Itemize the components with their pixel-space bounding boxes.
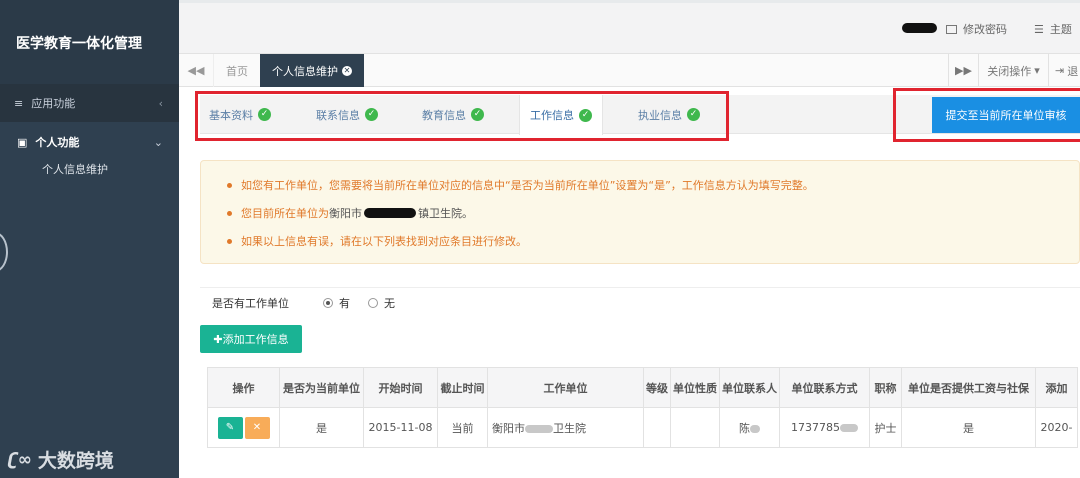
col-header: 单位性质 [670,367,720,408]
col-header: 开始时间 [363,367,438,408]
redacted-username [902,23,937,33]
cell-unit-prefix: 衡阳市 [492,421,525,435]
tabs-scroll-left-button[interactable]: ◀◀ [179,54,213,87]
cell-unit: 衡阳市 卫生院 [487,407,644,448]
notice-line-2: 您目前所在单位为 衡阳市 镇卫生院。 [227,199,1079,227]
notice-unit-a: 衡阳市 [329,207,362,220]
theme-label: 主题 [1049,23,1072,36]
has-unit-row: 是否有工作单位 有 无 [212,295,395,311]
watermark-text: 大数跨境 [37,450,114,472]
highlight-box-submit [893,88,1080,142]
app-title: 医学教育一体化管理 [0,0,179,84]
watermark-logo-icon: ʗ∞ [8,449,32,470]
page-tabs-bar: ◀◀ 首页 个人信息维护 ✕ ▶▶ 关闭操作 ▾ ⇥ 退 [179,54,1080,87]
tab-personal-info[interactable]: 个人信息维护 ✕ [260,54,364,87]
cell-phone-number: 1737785 [791,421,840,434]
cell-phone: 1737785 [779,407,870,448]
radio-yes-label: 有 [339,297,350,310]
menu-personal-label: 个人功能 [35,136,80,149]
col-header: 单位是否提供工资与社保 [901,367,1036,408]
redacted-contact [750,424,760,433]
user-card-icon: ▣ [17,135,28,149]
col-header: 工作单位 [487,367,644,408]
change-password-link[interactable]: 修改密码 [946,21,1007,37]
redacted-phone [840,424,858,432]
chevron-down-icon: ⌄ [153,135,163,149]
top-header: 修改密码 ☰ 主题 [179,0,1080,54]
divider [200,287,1080,288]
cell-unit-suffix: 卫生院 [553,421,586,435]
close-tab-icon[interactable]: ✕ [342,65,352,76]
tab-home[interactable]: 首页 [213,54,260,87]
close-ops-dropdown[interactable]: 关闭操作 ▾ [978,54,1048,87]
sidebar: 医学教育一体化管理 ≡ 应用功能 ‹ ▣ 个人功能 ⌄ 个人信息维护 ʗ∞ 大数… [0,0,179,478]
work-info-table: 操作 是否为当前单位 开始时间 截止时间 工作单位 等级 单位性质 单位联系人 … [207,367,1078,448]
tab-personal-info-label: 个人信息维护 [272,64,338,78]
notice-unit-b: 镇卫生院。 [418,207,473,220]
edit-icon[interactable]: ✎ [217,416,243,439]
has-unit-label: 是否有工作单位 [212,297,289,310]
logout-icon: ⇥ [1055,64,1065,77]
col-header: 操作 [207,367,280,408]
col-header: 单位联系方式 [779,367,870,408]
row-actions: ✎ ✕ [207,407,280,448]
sidebar-item-personal-info[interactable]: 个人信息维护 [0,156,179,182]
redacted-unit [525,424,553,433]
cell-salary: 是 [901,407,1036,448]
menu-personal-functions[interactable]: ▣ 个人功能 ⌄ [0,128,179,156]
theme-icon: ☰ [1034,22,1044,36]
caret-down-icon: ▾ [1034,64,1040,77]
notice-line-1: 如您有工作单位，您需要将当前所在单位对应的信息中“是否为当前所在单位”设置为“是… [227,171,1079,199]
main-content: 基本资料 ✓ 联系信息 ✓ 教育信息 ✓ 工作信息 ✓ 执业信息 ✓ 提交至当前… [179,87,1080,478]
theme-link[interactable]: ☰ 主题 [1034,21,1072,37]
cell-end: 当前 [437,407,488,448]
tabs-scroll-right-button[interactable]: ▶▶ [948,54,978,87]
cell-level [643,407,671,448]
menu-app-functions[interactable]: ≡ 应用功能 ‹ [0,84,179,122]
delete-icon[interactable]: ✕ [244,416,270,439]
cell-nature [670,407,720,448]
cell-contact-name: 陈 [739,421,750,435]
col-header: 职称 [869,367,902,408]
notice-box: 如您有工作单位，您需要将当前所在单位对应的信息中“是否为当前所在单位”设置为“是… [200,160,1080,264]
radio-yes[interactable] [323,298,333,308]
password-icon [946,24,957,34]
redacted-unit-name [364,208,416,218]
highlight-box-tabs [195,91,729,141]
menu-app-label: 应用功能 [31,97,76,110]
cell-start: 2015-11-08 [363,407,438,448]
col-header: 是否为当前单位 [279,367,364,408]
close-ops-label: 关闭操作 [987,64,1032,78]
cell-is-current: 是 [279,407,364,448]
cell-added: 2020- [1035,407,1078,448]
circle-icon [0,232,8,272]
col-header: 截止时间 [437,367,488,408]
chevron-left-icon: ‹ [158,96,163,110]
logout-button[interactable]: ⇥ 退 [1048,54,1080,87]
col-header: 等级 [643,367,671,408]
cell-contact: 陈 [719,407,780,448]
watermark: ʗ∞ 大数跨境 [8,446,114,473]
logout-label: 退 [1067,64,1079,78]
cell-title: 护士 [869,407,902,448]
table-row: ✎ ✕ 是 2015-11-08 当前 衡阳市 卫生院 陈 1737785 护士 是 [207,407,1078,448]
list-icon: ≡ [14,96,24,110]
add-work-info-button[interactable]: ✚添加工作信息 [200,325,302,353]
radio-no[interactable] [368,298,378,308]
radio-no-label: 无 [384,297,395,310]
notice-line-3: 如果以上信息有误，请在以下列表找到对应条目进行修改。 [227,227,1079,255]
col-header: 添加 [1035,367,1078,408]
col-header: 单位联系人 [719,367,780,408]
change-password-label: 修改密码 [963,23,1007,36]
notice-line-2-prefix: 您目前所在单位为 [241,207,329,220]
